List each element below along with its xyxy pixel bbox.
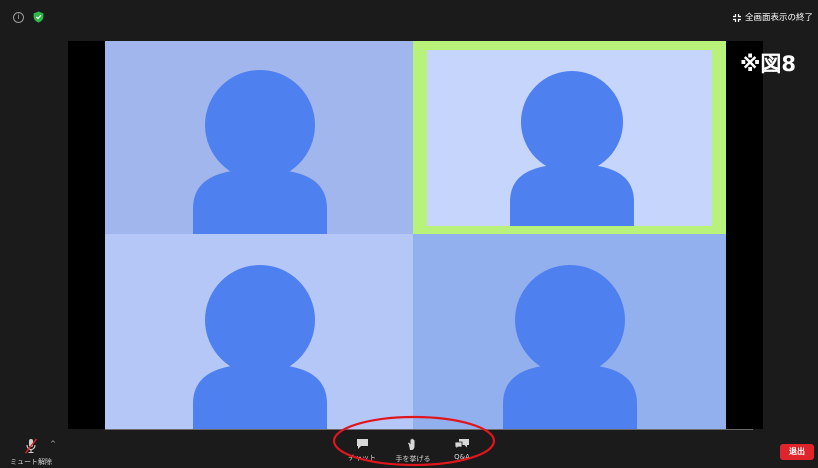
participant-tile[interactable]: [105, 234, 413, 429]
figure-label: ※図8: [740, 52, 797, 76]
qa-label: Q&A: [454, 453, 470, 461]
participant-tile[interactable]: [105, 41, 413, 234]
shield-icon[interactable]: [33, 11, 44, 23]
gallery-grid: [105, 41, 726, 429]
leave-button[interactable]: 退出: [780, 444, 814, 460]
exit-fullscreen-icon: [732, 14, 741, 22]
qa-button[interactable]: Q&A: [449, 438, 475, 461]
chat-icon: [356, 439, 368, 449]
raise-hand-label: 手を挙げる: [395, 455, 431, 463]
participant-tile-active-speaker[interactable]: [413, 41, 726, 234]
avatar-icon: [510, 71, 634, 226]
unmute-button[interactable]: ミュート解除: [8, 438, 54, 467]
exit-fullscreen-button[interactable]: 全画面表示の終了: [732, 11, 813, 25]
avatar-icon: [503, 265, 637, 429]
muted-microphone-icon: [24, 438, 38, 454]
unmute-label: ミュート解除: [10, 458, 52, 466]
chat-button[interactable]: チャット: [347, 438, 377, 463]
info-icon[interactable]: i: [13, 12, 24, 23]
chevron-up-icon[interactable]: ^: [50, 440, 56, 448]
active-speaker-video: [427, 50, 712, 226]
top-bar: i 全画面表示の終了: [0, 0, 818, 28]
chat-label: チャット: [348, 454, 376, 462]
raise-hand-icon: [408, 438, 415, 450]
raise-hand-button[interactable]: 手を挙げる: [393, 438, 433, 464]
video-stage: [68, 41, 763, 429]
participant-tile[interactable]: [413, 234, 726, 429]
avatar-icon: [193, 70, 327, 234]
avatar-icon: [193, 265, 327, 429]
qa-icon: [454, 439, 469, 450]
exit-fullscreen-label: 全画面表示の終了: [744, 13, 813, 23]
